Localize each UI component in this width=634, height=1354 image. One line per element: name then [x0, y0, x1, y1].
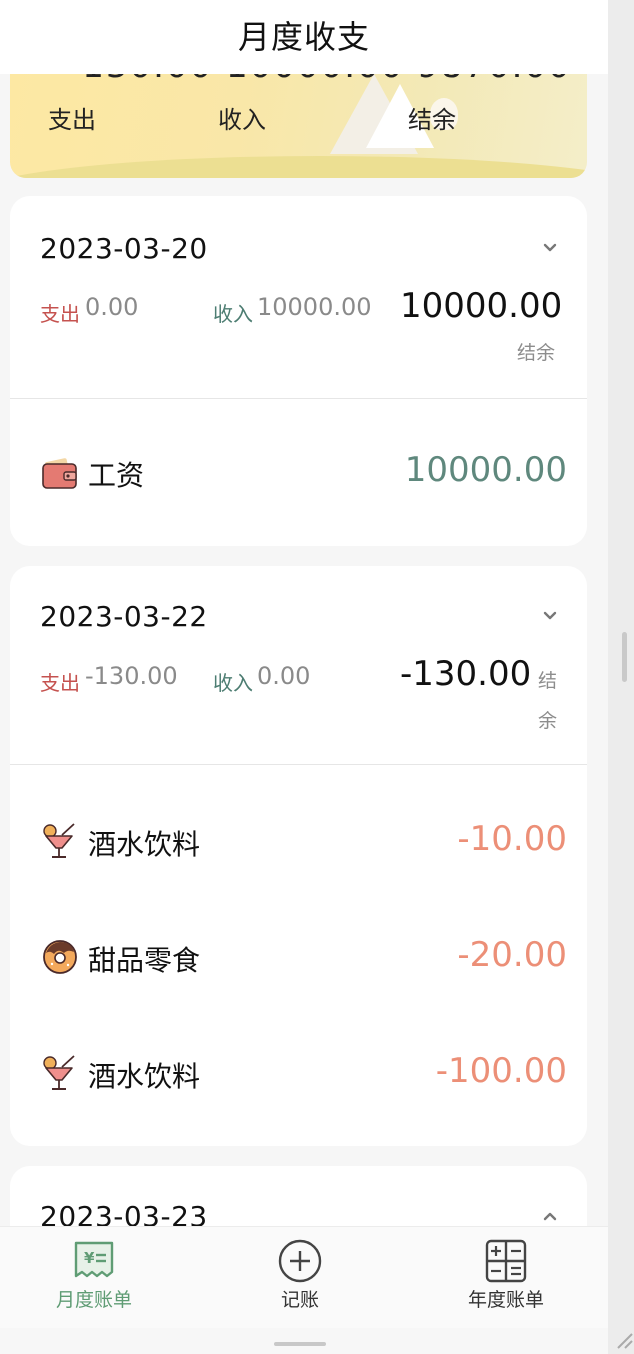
day-card: 2023-03-22 支出 -130.00 收入 0.00 -130.00 结 … — [10, 566, 587, 1146]
day-date: 2023-03-22 — [40, 600, 208, 633]
add-circle-icon — [278, 1239, 322, 1283]
tab-monthly-bill[interactable]: ¥ 月度账单 — [14, 1239, 174, 1312]
monthly-bill-icon: ¥ — [74, 1241, 114, 1278]
home-indicator-bar — [274, 1342, 326, 1346]
home-indicator — [0, 1328, 608, 1354]
day-income-value: 0.00 — [257, 662, 311, 690]
tab-yearly-bill[interactable]: 年度账单 — [426, 1239, 586, 1312]
day-date: 2023-03-20 — [40, 232, 208, 265]
page-title: 月度收支 — [237, 18, 370, 56]
transaction-amount: -20.00 — [457, 935, 567, 975]
day-balance-label: 结余 — [517, 342, 556, 364]
cocktail-icon — [43, 1055, 75, 1090]
tab-add-record[interactable]: 记账 — [220, 1239, 380, 1312]
window-side-panel — [608, 0, 634, 1354]
cocktail-icon — [43, 823, 75, 858]
transaction-row[interactable]: 酒水饮料 -10.00 — [10, 811, 587, 871]
wallet-icon — [42, 458, 77, 489]
svg-text:¥: ¥ — [84, 1249, 95, 1267]
donut-icon — [43, 940, 77, 974]
day-balance-value: -130.00 — [400, 654, 532, 694]
banner-decoration-hill — [10, 156, 587, 178]
transaction-category: 酒水饮料 — [88, 828, 201, 861]
transaction-row[interactable]: 工资 10000.00 — [10, 442, 587, 502]
monthly-summary-banner: -130.00 10000.00 9870.00 支出 收入 结余 — [10, 60, 587, 178]
summary-balance-label: 结余 — [408, 106, 456, 134]
chevron-down-icon[interactable] — [542, 608, 558, 624]
transaction-category: 工资 — [88, 459, 145, 492]
transaction-category: 酒水饮料 — [88, 1060, 201, 1093]
transaction-amount: 10000.00 — [404, 450, 567, 490]
tab-label: 年度账单 — [467, 1289, 544, 1311]
summary-expense-label: 支出 — [48, 106, 96, 134]
transaction-amount: -100.00 — [435, 1051, 567, 1091]
day-expense-value: 0.00 — [85, 293, 139, 321]
resize-corner-icon[interactable] — [612, 1328, 634, 1350]
calculator-icon — [485, 1239, 527, 1283]
tab-label: 记账 — [280, 1289, 319, 1311]
day-balance-value: 10000.00 — [400, 286, 563, 326]
bottom-tab-bar: ¥ 月度账单 记账 年度账单 — [0, 1226, 608, 1329]
day-card: 2023-03-20 支出 0.00 收入 10000.00 10000.00 … — [10, 196, 587, 546]
chevron-down-icon[interactable] — [542, 240, 558, 256]
summary-income-label: 收入 — [218, 106, 266, 134]
day-balance-label-part2: 余 — [538, 710, 558, 732]
day-expense-label: 支出 — [40, 671, 80, 695]
transaction-row[interactable]: 甜品零食 -20.00 — [10, 927, 587, 987]
day-income-label: 收入 — [213, 302, 253, 326]
day-income-label: 收入 — [213, 671, 253, 695]
divider — [10, 764, 587, 765]
transaction-row[interactable]: 酒水饮料 -100.00 — [10, 1043, 587, 1103]
tab-label: 月度账单 — [55, 1289, 132, 1311]
app-screen: 月度收支 -130.00 10000.00 9870.00 支出 收入 结余 2… — [0, 0, 608, 1354]
top-navigation-bar: 月度收支 — [0, 0, 608, 74]
day-expense-value: -130.00 — [85, 662, 178, 690]
day-income-value: 10000.00 — [257, 293, 372, 321]
chevron-up-icon[interactable] — [542, 1208, 558, 1224]
transaction-category: 甜品零食 — [88, 944, 201, 977]
transaction-amount: -10.00 — [457, 819, 567, 859]
day-expense-label: 支出 — [40, 302, 80, 326]
divider — [10, 398, 587, 399]
resize-handle[interactable] — [622, 632, 627, 682]
day-balance-label-part1: 结 — [538, 670, 558, 692]
